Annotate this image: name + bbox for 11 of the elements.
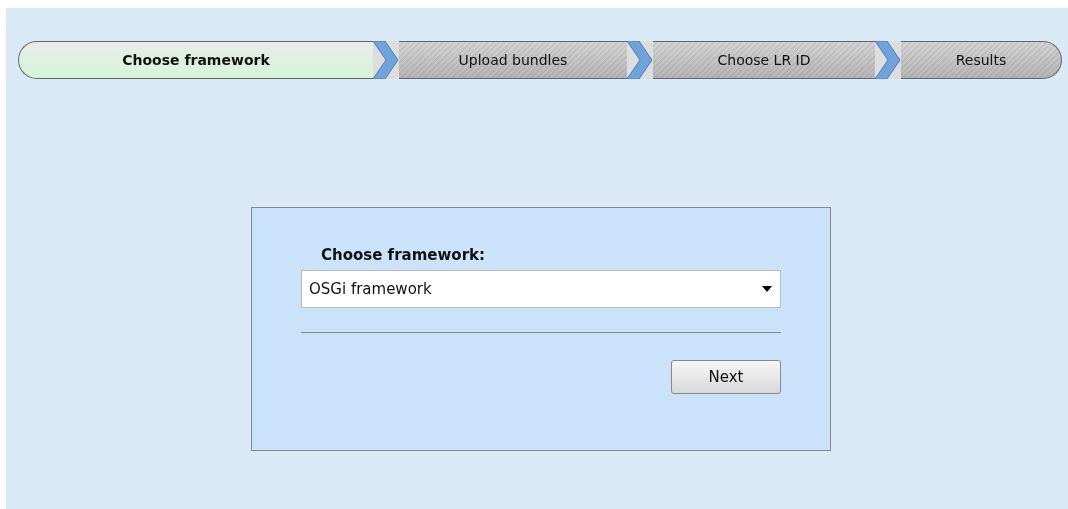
chevron-icon — [875, 41, 901, 79]
wizard-step[interactable]: Choose framework — [18, 41, 373, 79]
dropdown-caret-icon — [762, 286, 772, 292]
field-label: Choose framework: — [321, 246, 486, 264]
wizard-step[interactable]: Choose LR ID — [653, 41, 875, 79]
framework-select[interactable]: OSGi framework — [301, 270, 781, 308]
wizard-step[interactable]: Results — [901, 41, 1062, 79]
wizard-step[interactable]: Upload bundles — [399, 41, 627, 79]
chevron-icon — [373, 41, 399, 79]
next-button[interactable]: Next — [671, 360, 781, 394]
chevron-icon — [627, 41, 653, 79]
